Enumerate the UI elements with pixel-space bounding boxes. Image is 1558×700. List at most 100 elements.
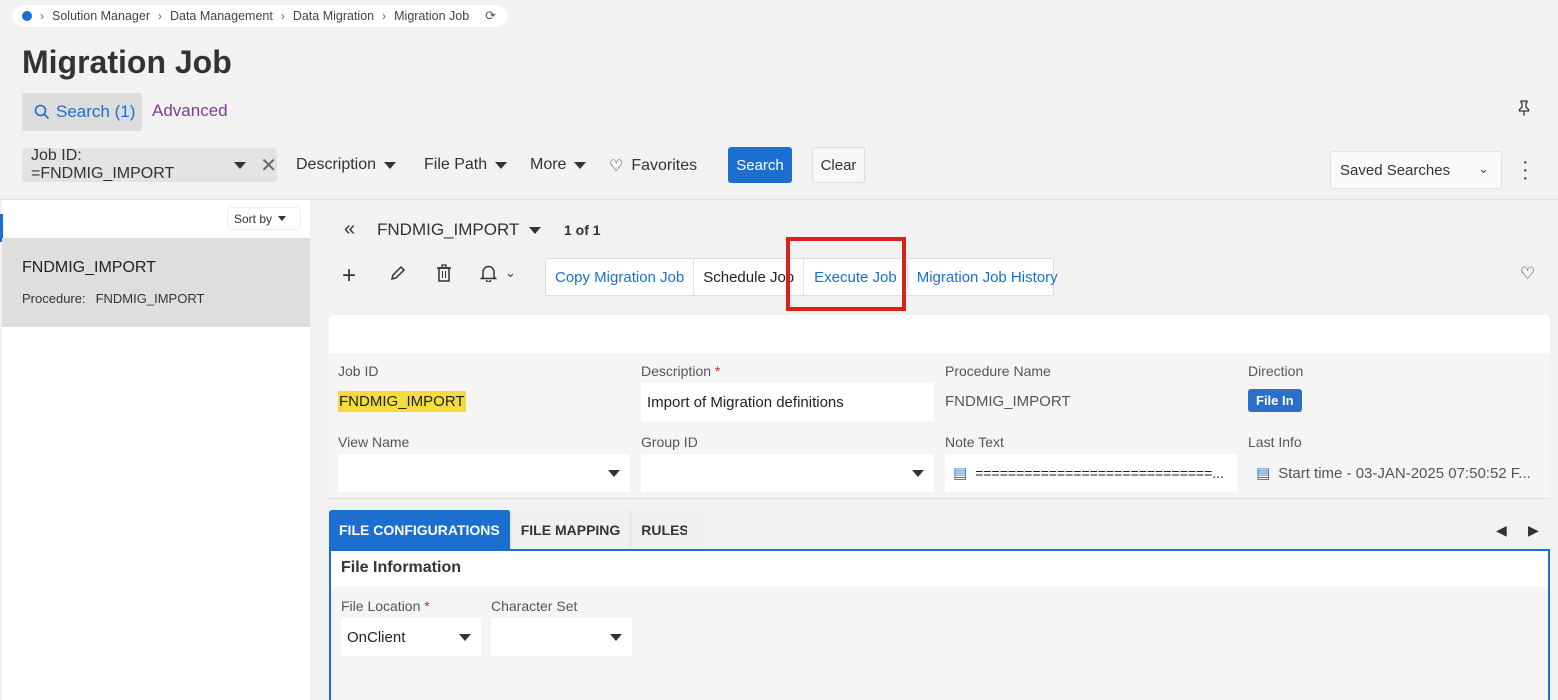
breadcrumb-item-data-migration[interactable]: Data Migration — [293, 9, 374, 23]
breadcrumb-item-migration-job: Migration Job — [394, 9, 470, 23]
note-icon: ▤ — [953, 465, 968, 482]
caret-left-icon[interactable]: ◀ — [1496, 522, 1507, 539]
pin-icon[interactable] — [1518, 100, 1530, 121]
filter-description[interactable]: Description — [296, 156, 397, 174]
breadcrumb-item-solution-manager[interactable]: Solution Manager — [52, 9, 150, 23]
caret-down-icon — [529, 226, 542, 234]
favorite-heart-icon[interactable]: ♡ — [1520, 264, 1535, 284]
highlight-annotation-box — [786, 237, 906, 311]
favorites-label: Favorites — [631, 157, 698, 174]
tab-file-configurations[interactable]: FILE CONFIGURATIONS — [329, 510, 511, 550]
last-info-value: Start time - 03-JAN-2025 07:50:52 F... — [1278, 464, 1531, 482]
refresh-icon[interactable]: ⟳ — [485, 8, 496, 24]
note-text-field[interactable]: ▤ =============================... — [945, 454, 1237, 492]
list-item[interactable] — [2, 238, 310, 327]
note-text-label: Note Text — [945, 434, 1004, 450]
close-icon[interactable]: ✕ — [260, 153, 277, 178]
sort-by-dropdown[interactable]: Sort by — [228, 208, 300, 229]
chevron-right-icon: › — [157, 9, 162, 23]
clear-button[interactable]: Clear — [812, 147, 865, 183]
group-id-select[interactable] — [641, 454, 934, 492]
view-name-select[interactable] — [338, 454, 630, 492]
chevron-down-icon: ⌄ — [505, 265, 516, 280]
delete-icon[interactable] — [436, 264, 452, 288]
caret-down-icon — [384, 161, 397, 169]
search-toggle-button[interactable]: Search (1) — [22, 93, 142, 131]
procedure-name-value: FNDMIG_IMPORT — [945, 393, 1071, 410]
list-item-sub-label: Procedure: — [22, 291, 86, 306]
caret-down-icon — [610, 634, 622, 641]
advanced-link[interactable]: Advanced — [152, 101, 228, 121]
filter-chip-label: Job ID: =FNDMIG_IMPORT — [31, 147, 175, 182]
character-set-select[interactable] — [491, 618, 632, 656]
file-location-label: File Location * — [341, 598, 430, 614]
card-header — [329, 315, 1550, 353]
group-id-label: Group ID — [641, 434, 698, 450]
bell-icon — [480, 265, 497, 282]
breadcrumb: › Solution Manager › Data Management › D… — [12, 5, 509, 27]
tab-bar: FILE CONFIGURATIONS FILE MAPPING RULES — [329, 510, 700, 550]
last-info-label: Last Info — [1248, 434, 1302, 450]
required-marker: * — [714, 363, 721, 379]
filter-file-path-label: File Path — [424, 156, 488, 173]
search-toggle-label: Search (1) — [56, 102, 136, 121]
migration-job-history-button[interactable]: Migration Job History — [908, 259, 1067, 295]
procedure-name-label: Procedure Name — [945, 363, 1051, 379]
last-info-field[interactable]: ▤ Start time - 03-JAN-2025 07:50:52 F... — [1248, 454, 1540, 492]
job-id-highlight: FNDMIG_IMPORT — [338, 391, 466, 412]
filter-file-path[interactable]: File Path — [424, 156, 508, 174]
record-selector[interactable]: FNDMIG_IMPORT — [377, 220, 542, 240]
description-label: Description * — [641, 363, 720, 379]
filter-description-label: Description — [296, 156, 377, 173]
file-location-label-text: File Location — [341, 598, 421, 614]
search-icon — [34, 104, 50, 120]
collapse-list-icon[interactable]: « — [344, 218, 355, 241]
caret-down-icon[interactable] — [234, 161, 247, 169]
caret-down-icon — [608, 470, 620, 477]
record-title: FNDMIG_IMPORT — [377, 220, 520, 239]
saved-searches-label: Saved Searches — [1340, 161, 1451, 179]
more-options-icon[interactable]: · · · — [1522, 152, 1529, 188]
direction-badge: File In — [1248, 389, 1302, 412]
description-label-text: Description — [641, 363, 712, 379]
notification-menu[interactable]: ⌄ — [480, 264, 516, 282]
chevron-down-icon: ⌄ — [1478, 161, 1489, 176]
direction-label: Direction — [1248, 363, 1304, 379]
heart-icon: ♡ — [609, 158, 624, 175]
caret-down-icon — [574, 161, 587, 169]
job-id-value: FNDMIG_IMPORT — [338, 391, 466, 412]
list-item-title: FNDMIG_IMPORT — [22, 259, 156, 276]
chevron-right-icon: › — [280, 9, 285, 23]
saved-searches-dropdown[interactable]: Saved Searches ⌄ — [1330, 151, 1502, 189]
file-information-title: File Information — [341, 559, 461, 576]
filter-chip-job-id[interactable]: Job ID: =FNDMIG_IMPORT ✕ — [22, 147, 277, 182]
list-item-sub-value: FNDMIG_IMPORT — [95, 291, 205, 306]
home-dot-icon[interactable] — [22, 11, 32, 21]
copy-migration-job-button[interactable]: Copy Migration Job — [546, 259, 695, 295]
job-id-label: Job ID — [338, 363, 379, 379]
file-location-value: OnClient — [347, 628, 406, 646]
list-item-subtitle: Procedure: FNDMIG_IMPORT — [22, 291, 204, 306]
caret-right-icon[interactable]: ▶ — [1528, 522, 1539, 539]
favorites-filter[interactable]: ♡ Favorites — [609, 156, 697, 176]
filter-more-label: More — [530, 156, 567, 173]
page-title: Migration Job — [22, 44, 232, 80]
chevron-right-icon: › — [40, 9, 44, 23]
tab-file-mapping[interactable]: FILE MAPPING — [510, 510, 632, 550]
caret-down-icon — [912, 470, 924, 477]
search-button[interactable]: Search — [728, 147, 792, 183]
record-count: 1 of 1 — [564, 222, 601, 238]
add-icon[interactable]: + — [342, 262, 356, 290]
description-field[interactable]: Import of Migration definitions — [641, 383, 934, 421]
breadcrumb-item-data-management[interactable]: Data Management — [170, 9, 273, 23]
caret-down-icon — [495, 161, 508, 169]
file-location-select[interactable]: OnClient — [341, 618, 481, 656]
filter-more[interactable]: More — [530, 156, 587, 174]
caret-down-icon — [278, 216, 287, 221]
caret-down-icon — [459, 634, 471, 641]
sort-by-label: Sort by — [234, 211, 273, 226]
note-text-value: =============================... — [975, 465, 1224, 481]
edit-icon[interactable] — [389, 264, 407, 288]
required-marker: * — [424, 598, 430, 614]
character-set-label: Character Set — [491, 598, 578, 614]
